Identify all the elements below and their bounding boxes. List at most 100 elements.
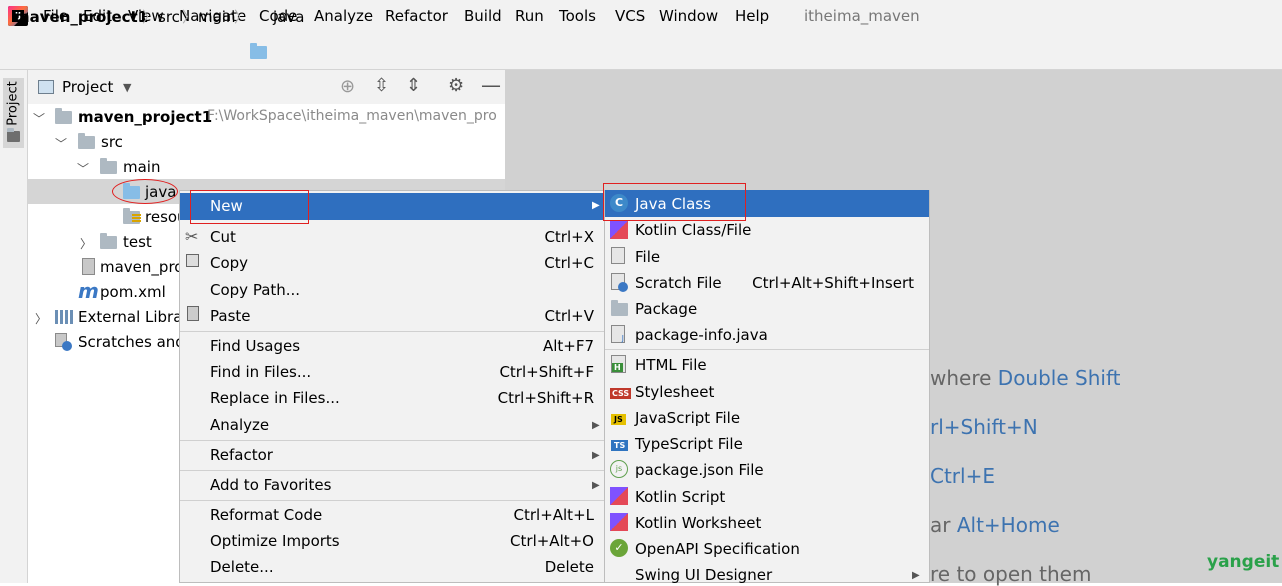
hint-recent-files: Ctrl+E	[930, 464, 995, 488]
submenu-arrow-icon: ▶	[592, 450, 600, 461]
context-menu-optimize-imports[interactable]: Optimize Imports	[210, 532, 340, 550]
submenu-arrow-icon: ▶	[592, 200, 600, 211]
shortcut-find-usages: Alt+F7	[542, 337, 594, 355]
folder-icon	[7, 128, 20, 142]
folder-icon	[100, 158, 117, 174]
chevron-down-icon[interactable]: ▼	[123, 81, 131, 94]
submenu-openapi[interactable]: OpenAPI Specification	[635, 540, 800, 558]
libraries-icon	[55, 310, 73, 324]
breadcrumb-separator-icon: 〉	[182, 8, 198, 26]
menu-separator	[180, 470, 604, 471]
chevron-right-icon[interactable]: 〉	[80, 235, 92, 252]
submenu-javascript-file[interactable]: JavaScript File	[635, 409, 740, 427]
locate-target-icon[interactable]: ⊕	[340, 76, 355, 97]
submenu-scratch-file[interactable]: Scratch File	[635, 274, 722, 292]
menu-separator	[605, 349, 929, 350]
menu-refactor[interactable]: Refactor	[385, 7, 448, 25]
project-tool-label: Project	[5, 81, 21, 126]
window-title: itheima_maven	[804, 7, 920, 25]
submenu-kotlin-script[interactable]: Kotlin Script	[635, 488, 725, 506]
kotlin-worksheet-icon	[610, 513, 628, 531]
menu-analyze[interactable]: Analyze	[314, 7, 373, 25]
copy-icon	[186, 254, 199, 267]
minimize-icon[interactable]: —	[481, 73, 501, 97]
tree-item-src[interactable]: src	[101, 133, 123, 151]
html-file-icon: H	[611, 355, 626, 373]
tree-item-scratches[interactable]: Scratches and	[78, 333, 185, 351]
breadcrumb	[0, 34, 1282, 70]
typescript-file-icon: TS	[611, 440, 629, 451]
breadcrumb-main[interactable]: main	[198, 8, 235, 26]
submenu-stylesheet[interactable]: Stylesheet	[635, 383, 714, 401]
context-menu-refactor[interactable]: Refactor	[210, 446, 273, 464]
scissors-icon: ✂	[185, 227, 199, 246]
tree-item-iml[interactable]: maven_pro	[100, 258, 183, 276]
context-menu-copy[interactable]: Copy	[210, 254, 248, 272]
project-panel-title[interactable]: Project	[62, 78, 113, 96]
shortcut-delete: Delete	[544, 558, 594, 576]
openapi-icon: ✓	[610, 539, 628, 557]
context-menu-cut[interactable]: Cut	[210, 228, 236, 246]
menu-window[interactable]: Window	[659, 7, 718, 25]
shortcut-replace-in-files: Ctrl+Shift+R	[497, 389, 594, 407]
shortcut-scratch-file: Ctrl+Alt+Shift+Insert	[752, 274, 914, 292]
menu-tools[interactable]: Tools	[559, 7, 596, 25]
context-menu-analyze[interactable]: Analyze	[210, 416, 269, 434]
submenu-kotlin-worksheet[interactable]: Kotlin Worksheet	[635, 514, 761, 532]
shortcut-reformat-code: Ctrl+Alt+L	[513, 506, 595, 524]
clock-icon	[62, 341, 72, 351]
shortcut-find-in-files: Ctrl+Shift+F	[499, 363, 594, 381]
java-file-icon: J	[611, 325, 625, 343]
breadcrumb-project[interactable]: maven_project1	[14, 8, 148, 26]
collapse-all-icon[interactable]: ⇕	[406, 75, 421, 96]
context-menu-paste[interactable]: Paste	[210, 307, 251, 325]
context-menu-replace-in-files[interactable]: Replace in Files...	[210, 389, 340, 407]
submenu-kotlin-class[interactable]: Kotlin Class/File	[635, 221, 751, 239]
tree-item-root[interactable]: maven_project1	[78, 108, 212, 126]
context-menu-find-in-files[interactable]: Find in Files...	[210, 363, 311, 381]
context-menu-reformat-code[interactable]: Reformat Code	[210, 506, 322, 524]
breadcrumb-separator-icon: 〉	[234, 8, 250, 26]
submenu-typescript-file[interactable]: TypeScript File	[635, 435, 743, 453]
hint-search-everywhere: where Double Shift	[930, 366, 1121, 390]
tree-item-main[interactable]: main	[123, 158, 160, 176]
chevron-down-icon[interactable]: ﹀	[55, 135, 67, 152]
expand-all-icon[interactable]: ⇳	[374, 75, 389, 96]
breadcrumb-java[interactable]: java	[273, 8, 304, 26]
nodejs-icon: js	[610, 460, 628, 478]
submenu-package[interactable]: Package	[635, 300, 697, 318]
context-menu	[179, 190, 605, 583]
tree-item-pom[interactable]: pom.xml	[100, 283, 166, 301]
submenu-html-file[interactable]: HTML File	[635, 356, 707, 374]
tree-item-test[interactable]: test	[123, 233, 152, 251]
menu-help[interactable]: Help	[735, 7, 769, 25]
chevron-right-icon[interactable]: 〉	[35, 310, 47, 327]
gear-icon[interactable]: ⚙	[448, 75, 464, 96]
chevron-down-icon[interactable]: ﹀	[77, 160, 89, 177]
maven-icon: m	[78, 279, 99, 303]
shortcut-cut: Ctrl+X	[544, 228, 594, 246]
context-menu-find-usages[interactable]: Find Usages	[210, 337, 300, 355]
paste-icon	[187, 306, 199, 321]
breadcrumb-src[interactable]: src	[158, 8, 180, 26]
menu-vcs[interactable]: VCS	[615, 7, 645, 25]
chevron-down-icon[interactable]: ﹀	[33, 110, 45, 127]
context-menu-delete[interactable]: Delete...	[210, 558, 274, 576]
module-file-icon	[82, 258, 95, 275]
css-file-icon: CSS	[610, 388, 632, 399]
submenu-file[interactable]: File	[635, 248, 660, 266]
submenu-swing-ui-designer[interactable]: Swing UI Designer	[635, 566, 772, 584]
file-icon	[611, 247, 625, 264]
package-folder-icon	[611, 300, 628, 316]
menu-run[interactable]: Run	[515, 7, 544, 25]
kotlin-icon	[610, 221, 628, 239]
highlight-box-java-class	[603, 183, 746, 221]
menu-build[interactable]: Build	[464, 7, 502, 25]
context-menu-add-to-favorites[interactable]: Add to Favorites	[210, 476, 331, 494]
module-folder-icon	[55, 108, 72, 124]
submenu-package-json[interactable]: package.json File	[635, 461, 764, 479]
submenu-package-info[interactable]: package-info.java	[635, 326, 768, 344]
context-menu-copy-path[interactable]: Copy Path...	[210, 281, 300, 299]
menu-separator	[180, 500, 604, 501]
tree-item-libraries[interactable]: External Librar	[78, 308, 189, 326]
